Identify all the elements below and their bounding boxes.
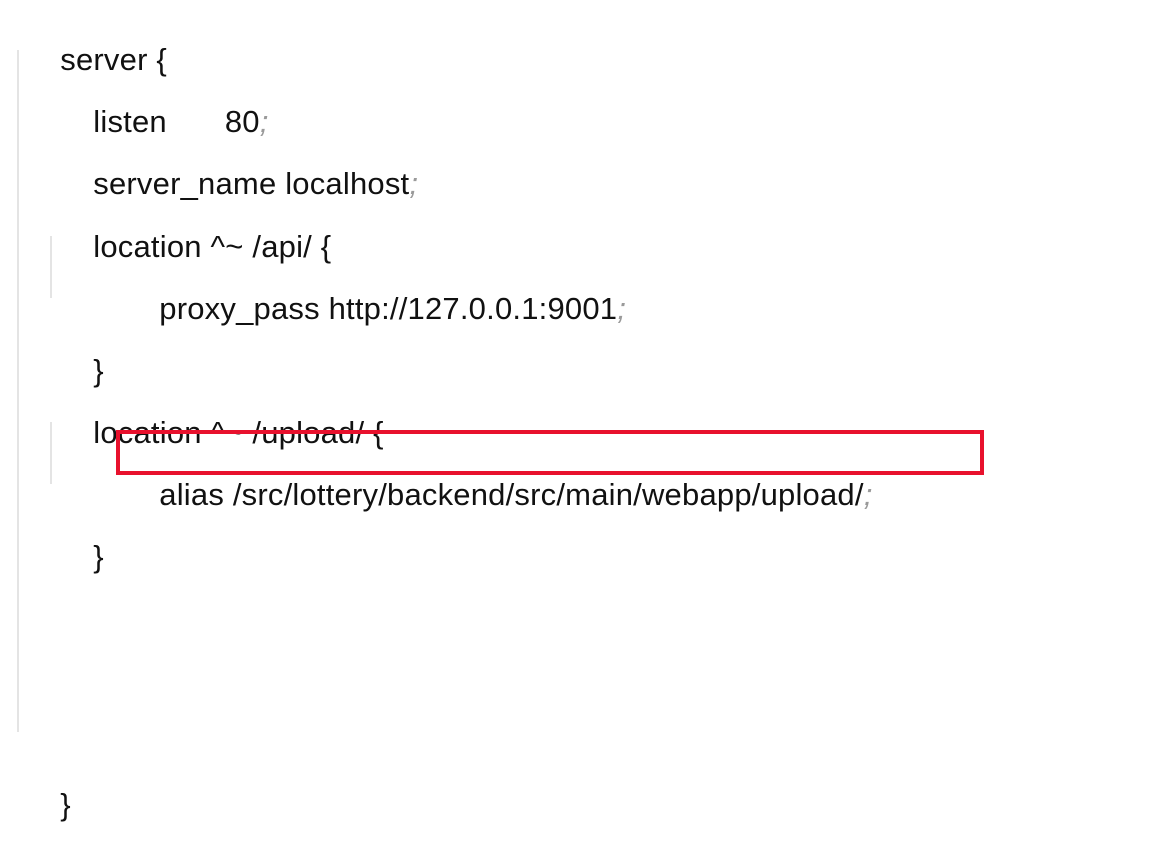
semicolon: ; — [409, 166, 419, 201]
upload-close-brace: } — [93, 539, 104, 574]
code-line-proxy-pass: proxy_pass http://127.0.0.1:9001; — [124, 249, 626, 369]
highlight-box — [116, 430, 984, 475]
indent-guide-server-block — [17, 50, 19, 732]
code-line-upload-close: } — [58, 497, 104, 617]
indent-guide-upload-block — [50, 422, 52, 484]
indent-guide-api-block — [50, 236, 52, 298]
code-line-server-close: } — [25, 745, 71, 865]
proxy-pass-directive: proxy_pass http://127.0.0.1:9001 — [159, 291, 618, 326]
semicolon: ; — [863, 477, 873, 512]
server-close-brace: } — [60, 787, 71, 822]
alias-directive: alias /src/lottery/backend/src/main/weba… — [159, 477, 864, 512]
semicolon: ; — [617, 291, 627, 326]
